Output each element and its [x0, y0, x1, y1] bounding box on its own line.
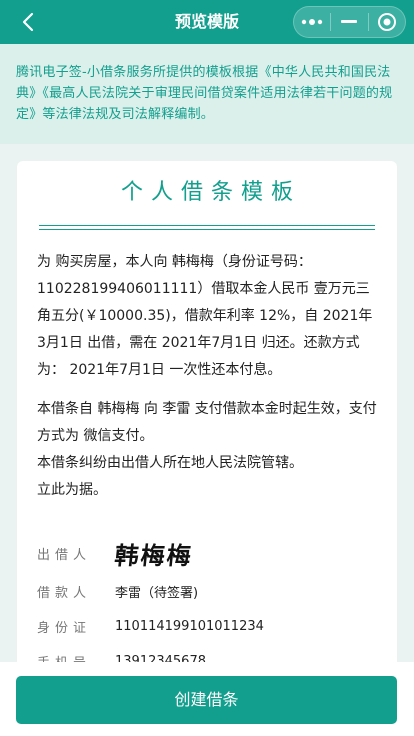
more-dots-icon [301, 19, 323, 25]
effect-paragraph: 本借条自 韩梅梅 向 李雷 支付借款本金时起生效，支付方式为 微信支付。 本借条… [37, 396, 377, 504]
create-loan-note-button[interactable]: 创建借条 [16, 676, 397, 724]
document-title: 个人借条模板 [120, 180, 301, 205]
borrower-label: 借款人 [37, 586, 92, 601]
minimize-button[interactable] [331, 7, 367, 37]
template-source-notice: 腾讯电子签-小借条服务所提供的模板根据《中华人民共和国民法典》《最高人民法院关于… [0, 44, 414, 144]
lender-signature: 韩梅梅 [113, 540, 195, 570]
back-button[interactable] [10, 4, 46, 40]
bottom-action-bar: 创建借条 [0, 662, 414, 736]
lender-label: 出借人 [37, 547, 92, 563]
minimize-icon [341, 20, 358, 23]
jurisdiction-clause: 本借条纠纷由出借人所在地人民法院管辖。 [37, 455, 303, 471]
borrower-row: 借款人 李雷（待签署) [37, 574, 377, 609]
target-circle-icon [377, 13, 396, 31]
id-value: 110114199101011234 [115, 619, 264, 634]
title-double-rule [39, 225, 375, 230]
close-miniprogram-button[interactable] [369, 7, 405, 37]
more-button[interactable] [294, 7, 330, 37]
loan-note-card: 个人借条模板 为 购买房屋，本人向 韩梅梅（身份证号码：110228199406… [17, 161, 397, 721]
lender-row: 出借人 韩梅梅 [37, 532, 377, 574]
mini-program-capsule [293, 6, 406, 38]
preview-template-page: 预览模版 腾讯电子签-小借条服务所提供的模板根据《中华人民共和国民法典》《最高人… [0, 0, 414, 736]
borrower-value: 李雷（待签署) [115, 586, 199, 601]
effect-clause: 本借条自 韩梅梅 向 李雷 支付借款本金时起生效，支付方式为 微信支付。 [37, 401, 377, 444]
chevron-left-icon [22, 12, 34, 32]
id-row: 身份证 110114199101011234 [37, 609, 377, 644]
id-label: 身份证 [37, 621, 92, 636]
signer-info: 出借人 韩梅梅 借款人 李雷（待签署) 身份证 1101141991010112… [37, 532, 377, 679]
navigation-bar: 预览模版 [0, 0, 414, 44]
loan-terms-paragraph: 为 购买房屋，本人向 韩梅梅（身份证号码：110228199406011111）… [37, 254, 373, 378]
closing-clause: 立此为据。 [37, 482, 107, 498]
